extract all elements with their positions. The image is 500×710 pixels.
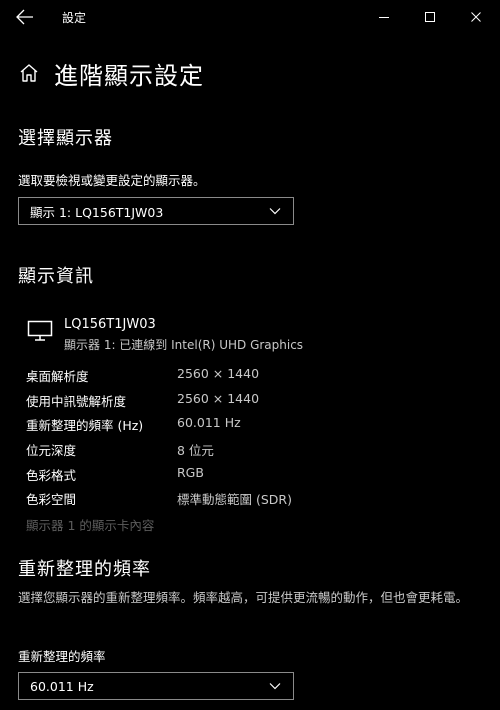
maximize-button[interactable] [407, 0, 453, 34]
info-value: 60.011 Hz [177, 415, 241, 430]
info-row: 色彩空間 標準動態範圍 (SDR) [26, 489, 486, 509]
refresh-rate-heading: 重新整理的頻率 [18, 559, 151, 580]
close-button[interactable] [453, 0, 499, 34]
info-row: 使用中訊號解析度 2560 × 1440 [26, 391, 486, 411]
monitor-connection: 顯示器 1: 已連線到 Intel(R) UHD Graphics [64, 338, 304, 352]
info-key: 重新整理的頻率 (Hz) [26, 418, 144, 433]
page-title: 進階顯示設定 [54, 61, 204, 90]
maximize-icon [425, 12, 435, 22]
info-value: 8 位元 [177, 443, 214, 458]
display-select[interactable]: 顯示 1: LQ156T1JW03 [18, 197, 294, 225]
info-key: 色彩空間 [26, 492, 77, 507]
refresh-rate-description: 選擇您顯示器的重新整理頻率。頻率越高，可提供更流暢的動作，但也會更耗電。 [18, 590, 469, 605]
info-value: 2560 × 1440 [177, 391, 260, 406]
back-arrow-icon[interactable] [14, 7, 36, 27]
page-header: 進階顯示設定 [18, 56, 204, 90]
refresh-rate-label: 重新整理的頻率 [18, 649, 106, 664]
chevron-down-icon [269, 683, 281, 690]
info-key: 桌面解析度 [26, 369, 89, 384]
title-bar: 設定 [0, 0, 500, 34]
info-row: 重新整理的頻率 (Hz) 60.011 Hz [26, 415, 486, 435]
window-title: 設定 [62, 11, 87, 25]
info-row: 桌面解析度 2560 × 1440 [26, 366, 486, 386]
info-key: 色彩格式 [26, 468, 77, 483]
info-value: RGB [177, 465, 204, 480]
chevron-down-icon [269, 208, 281, 215]
info-value: 2560 × 1440 [177, 366, 260, 381]
monitor-icon [27, 320, 53, 342]
info-row: 位元深度 8 位元 [26, 440, 486, 460]
display-info-heading: 顯示資訊 [18, 266, 94, 287]
refresh-rate-select[interactable]: 60.011 Hz [18, 672, 294, 700]
info-row: 色彩格式 RGB [26, 465, 486, 485]
refresh-rate-select-value: 60.011 Hz [30, 678, 94, 694]
minimize-icon [379, 17, 389, 18]
info-key: 使用中訊號解析度 [26, 394, 127, 409]
info-value: 標準動態範圍 (SDR) [177, 492, 292, 507]
monitor-name: LQ156T1JW03 [64, 317, 156, 332]
display-select-value: 顯示 1: LQ156T1JW03 [30, 204, 164, 220]
choose-display-heading: 選擇顯示器 [18, 128, 113, 149]
close-icon [471, 12, 481, 22]
info-key: 位元深度 [26, 443, 77, 458]
adapter-properties-link[interactable]: 顯示器 1 的顯示卡內容 [26, 515, 154, 534]
home-icon[interactable] [18, 62, 40, 84]
minimize-button[interactable] [361, 0, 407, 34]
choose-display-prompt: 選取要檢視或變更設定的顯示器。 [18, 173, 206, 188]
